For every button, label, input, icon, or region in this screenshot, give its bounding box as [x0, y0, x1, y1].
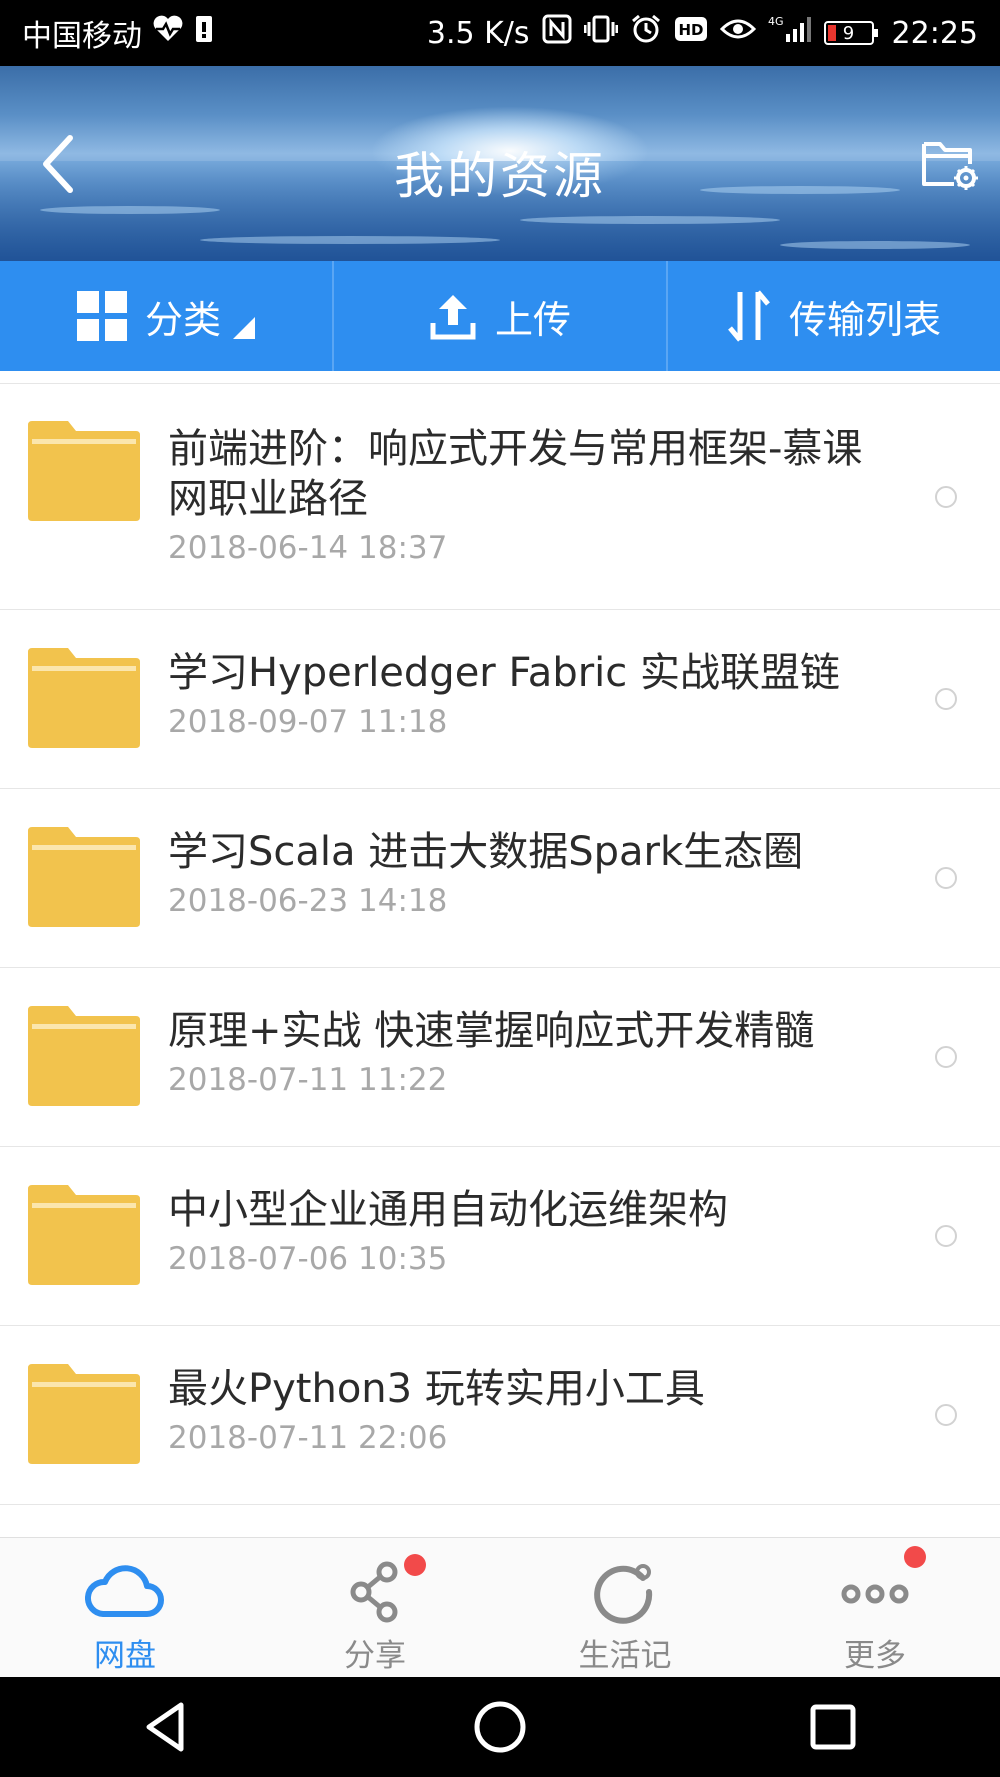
list-item[interactable]: 最火Python3 玩转实用小工具 2018-07-11 22:06 — [0, 1325, 1000, 1505]
list-item[interactable]: 学习Scala 进击大数据Spark生态圈 2018-06-23 14:18 — [0, 788, 1000, 967]
system-back-button[interactable] — [137, 1697, 197, 1757]
triangle-back-icon — [146, 1702, 184, 1752]
sim-icon — [194, 14, 214, 52]
carrier-label: 中国移动 — [22, 19, 142, 54]
svg-text:HD: HD — [678, 21, 703, 39]
svg-text:4G: 4G — [768, 15, 784, 28]
file-date: 2018-09-07 11:18 — [168, 704, 448, 740]
category-label: 分类 — [144, 297, 221, 342]
battery-level: 9 — [842, 22, 855, 44]
select-radio[interactable] — [935, 1404, 957, 1426]
folder-icon — [28, 1364, 140, 1464]
folder-icon — [28, 1185, 140, 1285]
clock: 22:25 — [891, 15, 978, 51]
vibrate-icon — [583, 14, 619, 52]
dropdown-caret-icon — [233, 317, 255, 339]
list-item[interactable]: 中小型企业通用自动化运维架构 2018-07-06 10:35 — [0, 1146, 1000, 1325]
page-title: 我的资源 — [394, 147, 606, 205]
upload-icon — [430, 295, 476, 340]
nav-item-life-notes[interactable]: 生活记 — [500, 1538, 750, 1678]
file-date: 2018-07-11 22:06 — [168, 1420, 448, 1456]
nav-item-netdisk[interactable]: 网盘 — [0, 1538, 250, 1678]
folder-icon — [28, 648, 140, 748]
circle-home-icon — [474, 1701, 526, 1753]
nav-label: 生活记 — [578, 1638, 672, 1674]
folder-icon — [28, 1006, 140, 1106]
share-icon — [350, 1561, 398, 1623]
folder-icon — [28, 827, 140, 927]
system-nav-bar — [0, 1677, 1000, 1777]
folder-icon — [28, 421, 140, 521]
eye-icon — [719, 15, 756, 51]
header-banner: 我的资源 — [0, 66, 1000, 261]
status-bar: 中国移动 3.5 K/s HD 4G 9 22:25 — [0, 0, 1000, 66]
network-speed: 3.5 K/s — [426, 15, 530, 51]
file-name: 学习Scala 进击大数据Spark生态圈 — [168, 829, 804, 875]
list-item[interactable]: 前端进阶：响应式开发与常用框架-慕课网职业路径 2018-06-14 18:37 — [0, 383, 1000, 609]
select-radio[interactable] — [935, 1225, 957, 1247]
file-name: 中小型企业通用自动化运维架构 — [168, 1187, 728, 1233]
file-date: 2018-06-14 18:37 — [168, 530, 448, 566]
select-radio[interactable] — [935, 1046, 957, 1068]
file-list: 前端进阶：响应式开发与常用框架-慕课网职业路径 2018-06-14 18:37… — [0, 383, 1000, 1505]
select-radio[interactable] — [935, 688, 957, 710]
nav-item-share[interactable]: 分享 — [250, 1538, 500, 1678]
file-name: 学习Hyperledger Fabric 实战联盟链 — [168, 650, 840, 696]
transfer-arrows-icon — [728, 290, 770, 342]
upload-button[interactable]: 上传 — [332, 261, 666, 371]
alarm-icon — [630, 13, 662, 53]
file-name: 原理+实战 快速掌握响应式开发精髓 — [168, 1008, 815, 1054]
file-date: 2018-06-23 14:18 — [168, 883, 448, 919]
select-radio[interactable] — [935, 486, 957, 508]
grid-icon — [76, 291, 127, 341]
nav-label: 分享 — [344, 1638, 406, 1674]
file-name: 前端进阶：响应式开发与常用框架-慕课网职业路径 — [168, 426, 863, 522]
list-item[interactable]: 学习Hyperledger Fabric 实战联盟链 2018-09-07 11… — [0, 609, 1000, 788]
notification-badge — [904, 1546, 926, 1568]
transfer-label: 传输列表 — [788, 297, 941, 342]
refresh-circle-icon — [594, 1564, 653, 1624]
nav-label: 网盘 — [94, 1638, 156, 1674]
select-radio[interactable] — [935, 867, 957, 889]
system-home-button[interactable] — [470, 1697, 530, 1757]
more-dots-icon — [841, 1584, 909, 1604]
file-name: 最火Python3 玩转实用小工具 — [168, 1366, 705, 1412]
file-date: 2018-07-11 11:22 — [168, 1062, 448, 1098]
cloud-icon — [85, 1565, 164, 1617]
nav-item-more[interactable]: 更多 — [750, 1538, 1000, 1678]
system-recents-button[interactable] — [803, 1697, 863, 1757]
bottom-nav: 网盘 分享 生活记 更多 — [0, 1537, 1000, 1678]
action-toolbar: 分类 上传 传输列表 — [0, 261, 1000, 371]
heart-pulse-icon — [152, 15, 184, 51]
signal-4g-icon: 4G — [768, 14, 812, 52]
upload-label: 上传 — [494, 297, 571, 342]
battery-icon: 9 — [823, 21, 878, 45]
notification-badge — [404, 1554, 426, 1576]
square-recents-icon — [810, 1704, 856, 1750]
folder-settings-button[interactable] — [920, 136, 980, 192]
nfc-icon — [542, 14, 572, 52]
list-item[interactable]: 原理+实战 快速掌握响应式开发精髓 2018-07-11 11:22 — [0, 967, 1000, 1146]
category-button[interactable]: 分类 — [0, 261, 332, 371]
transfer-list-button[interactable]: 传输列表 — [666, 261, 1000, 371]
file-date: 2018-07-06 10:35 — [168, 1241, 448, 1277]
hd-icon: HD — [674, 15, 708, 51]
folder-settings-icon — [922, 142, 978, 190]
nav-label: 更多 — [844, 1638, 906, 1674]
